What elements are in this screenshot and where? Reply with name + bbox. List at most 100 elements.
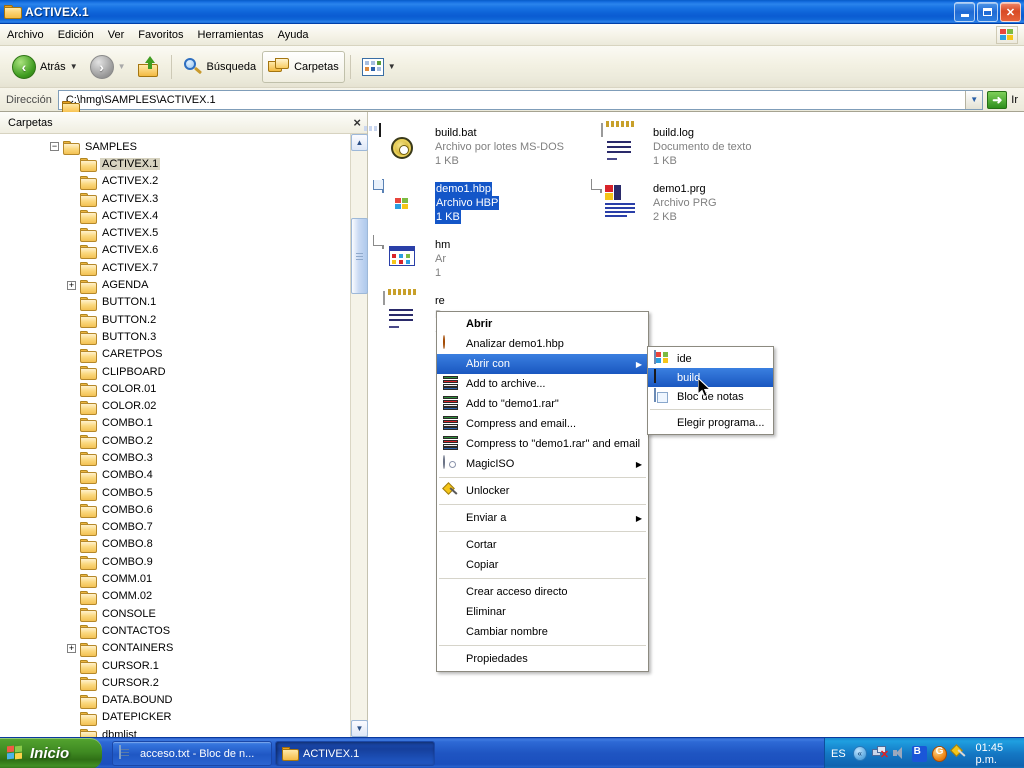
clock[interactable]: 01:45 p.m. <box>976 742 1024 766</box>
file-item[interactable]: reD1 <box>379 292 445 340</box>
tree-item-combo-7[interactable]: COMBO.7 <box>0 519 351 536</box>
address-dropdown-icon[interactable]: ▼ <box>965 91 982 109</box>
tree-item-comm-01[interactable]: COMM.01 <box>0 570 351 587</box>
search-button[interactable]: Búsqueda <box>177 51 263 83</box>
tree-item-color-01[interactable]: COLOR.01 <box>0 380 351 397</box>
scroll-down-button[interactable]: ▼ <box>351 720 368 737</box>
open-with-submenu[interactable]: idebuildBloc de notas Elegir programa... <box>647 346 774 435</box>
context-menu-item-crear-acceso-directo[interactable]: Crear acceso directo <box>437 582 648 602</box>
unlock-icon[interactable] <box>952 746 967 762</box>
menu-edicion[interactable]: Edición <box>51 27 101 43</box>
taskbar-button[interactable]: acceso.txt - Bloc de n... <box>112 741 272 766</box>
context-menu-item-unlocker[interactable]: Unlocker <box>437 481 648 501</box>
tree-item-combo-9[interactable]: COMBO.9 <box>0 553 351 570</box>
context-menu-item-add-to-demo1-rar[interactable]: Add to "demo1.rar" <box>437 394 648 414</box>
tree-item-dbmlist[interactable]: dbmlist <box>0 726 351 737</box>
tree-item-cursor-1[interactable]: CURSOR.1 <box>0 657 351 674</box>
address-input[interactable]: C:\hmg\SAMPLES\ACTIVEX.1 ▼ <box>58 90 983 110</box>
tray-expand-icon[interactable]: « <box>853 746 867 761</box>
context-menu-item-propiedades[interactable]: Propiedades <box>437 649 648 669</box>
submenu-item-bloc-de-notas[interactable]: Bloc de notas <box>648 387 773 406</box>
tree-item-datepicker[interactable]: DATEPICKER <box>0 709 351 726</box>
tree-item-clipboard[interactable]: CLIPBOARD <box>0 363 351 380</box>
tree-item-agenda[interactable]: +AGENDA <box>0 276 351 293</box>
minimize-button[interactable] <box>954 2 975 22</box>
scroll-thumb[interactable] <box>351 218 368 294</box>
menu-favoritos[interactable]: Favoritos <box>131 27 190 43</box>
bluetooth-icon[interactable] <box>912 746 927 762</box>
file-item[interactable]: build.batArchivo por lotes MS-DOS1 KB <box>379 124 564 172</box>
submenu-item-ide[interactable]: ide <box>648 349 773 368</box>
folder-tree[interactable]: −SAMPLESACTIVEX.1ACTIVEX.2ACTIVEX.3ACTIV… <box>0 134 351 737</box>
context-menu-item-enviar-a[interactable]: Enviar a▶ <box>437 508 648 528</box>
network-icon[interactable]: ✕ <box>872 746 887 762</box>
context-menu-item-eliminar[interactable]: Eliminar <box>437 602 648 622</box>
tree-item-activex-7[interactable]: ACTIVEX.7 <box>0 259 351 276</box>
back-dropdown-icon[interactable]: ▼ <box>70 62 78 71</box>
back-button[interactable]: ‹ Atrás ▼ <box>6 51 84 83</box>
tree-item-contactos[interactable]: CONTACTOS <box>0 622 351 639</box>
context-menu-item-compress-to-demo1-rar-and-email[interactable]: Compress to "demo1.rar" and email <box>437 434 648 454</box>
folders-button[interactable]: Carpetas <box>262 51 345 83</box>
file-item[interactable]: demo1.prgArchivo PRG2 KB <box>597 180 717 228</box>
forward-button[interactable]: › ▼ <box>84 51 132 83</box>
expand-icon[interactable]: + <box>67 281 76 290</box>
tree-item-combo-1[interactable]: COMBO.1 <box>0 415 351 432</box>
menu-ayuda[interactable]: Ayuda <box>271 27 316 43</box>
tree-item-activex-5[interactable]: ACTIVEX.5 <box>0 224 351 241</box>
tree-item-combo-5[interactable]: COMBO.5 <box>0 484 351 501</box>
tree-item-button-1[interactable]: BUTTON.1 <box>0 294 351 311</box>
tree-item-activex-4[interactable]: ACTIVEX.4 <box>0 207 351 224</box>
file-item[interactable]: build.logDocumento de texto1 KB <box>597 124 751 172</box>
tree-item-combo-8[interactable]: COMBO.8 <box>0 536 351 553</box>
context-menu-item-cambiar-nombre[interactable]: Cambiar nombre <box>437 622 648 642</box>
tree-item-combo-3[interactable]: COMBO.3 <box>0 449 351 466</box>
context-menu-item-abrir-con[interactable]: Abrir con▶ <box>437 354 648 374</box>
language-indicator[interactable]: ES <box>831 748 846 760</box>
tree-item-cursor-2[interactable]: CURSOR.2 <box>0 674 351 691</box>
scroll-up-button[interactable]: ▲ <box>351 134 368 151</box>
forward-dropdown-icon[interactable]: ▼ <box>118 62 126 71</box>
tree-item-combo-6[interactable]: COMBO.6 <box>0 501 351 518</box>
tree-item-button-2[interactable]: BUTTON.2 <box>0 311 351 328</box>
context-menu-item-compress-and-email[interactable]: Compress and email... <box>437 414 648 434</box>
menu-herramientas[interactable]: Herramientas <box>191 27 271 43</box>
taskbar-button[interactable]: ACTIVEX.1 <box>275 741 435 766</box>
up-button[interactable] <box>132 51 166 83</box>
tree-item-samples[interactable]: −SAMPLES <box>0 138 351 155</box>
volume-icon[interactable] <box>892 746 907 762</box>
views-dropdown-icon[interactable]: ▼ <box>388 62 396 71</box>
file-item[interactable]: hmAr1 <box>379 236 450 284</box>
tree-item-activex-6[interactable]: ACTIVEX.6 <box>0 242 351 259</box>
start-button[interactable]: Inicio <box>0 738 102 768</box>
go-button[interactable]: ➜ Ir <box>983 91 1024 109</box>
collapse-icon[interactable]: − <box>50 142 59 151</box>
folder-tree-scrollbar[interactable]: ▲ ▼ <box>350 134 367 737</box>
maximize-button[interactable] <box>977 2 998 22</box>
context-menu-item-cortar[interactable]: Cortar <box>437 535 648 555</box>
tree-item-activex-1[interactable]: ACTIVEX.1 <box>0 155 351 172</box>
tree-item-comm-02[interactable]: COMM.02 <box>0 588 351 605</box>
tree-item-caretpos[interactable]: CARETPOS <box>0 346 351 363</box>
context-menu-item-analizar-demo1-hbp[interactable]: Analizar demo1.hbp <box>437 334 648 354</box>
file-item[interactable]: demo1.hbpArchivo HBP1 KB <box>379 180 499 228</box>
context-menu[interactable]: AbrirAnalizar demo1.hbpAbrir con▶Add to … <box>436 311 649 672</box>
views-button[interactable]: ▼ <box>356 51 402 83</box>
submenu-item-elegir-programa[interactable]: Elegir programa... <box>648 413 773 432</box>
menu-archivo[interactable]: Archivo <box>0 27 51 43</box>
tree-item-activex-2[interactable]: ACTIVEX.2 <box>0 173 351 190</box>
analyze-icon[interactable] <box>932 746 947 762</box>
tree-item-combo-4[interactable]: COMBO.4 <box>0 467 351 484</box>
tree-item-activex-3[interactable]: ACTIVEX.3 <box>0 190 351 207</box>
context-menu-item-abrir[interactable]: Abrir <box>437 314 648 334</box>
submenu-item-build[interactable]: build <box>648 368 773 387</box>
menu-ver[interactable]: Ver <box>101 27 132 43</box>
context-menu-item-add-to-archive[interactable]: Add to archive... <box>437 374 648 394</box>
folders-pane-close-icon[interactable]: × <box>353 115 361 130</box>
context-menu-item-copiar[interactable]: Copiar <box>437 555 648 575</box>
tree-item-containers[interactable]: +CONTAINERS <box>0 640 351 657</box>
tree-item-console[interactable]: CONSOLE <box>0 605 351 622</box>
tree-item-button-3[interactable]: BUTTON.3 <box>0 328 351 345</box>
tree-item-data-bound[interactable]: DATA.BOUND <box>0 692 351 709</box>
tree-item-color-02[interactable]: COLOR.02 <box>0 397 351 414</box>
